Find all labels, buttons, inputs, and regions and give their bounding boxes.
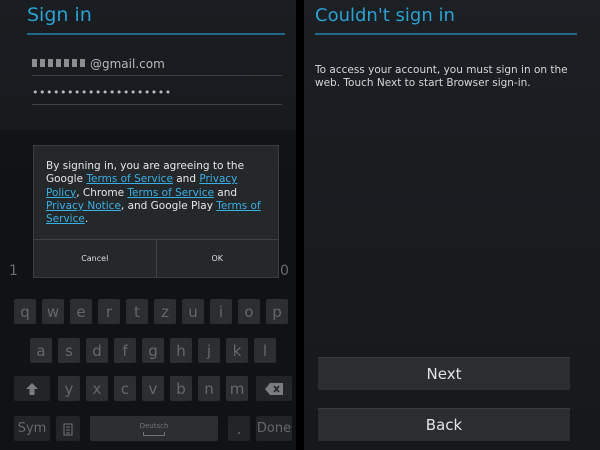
chrome-tos-link[interactable]: Terms of Service: [127, 187, 214, 199]
key-j[interactable]: j: [198, 338, 220, 363]
key-d[interactable]: d: [86, 338, 108, 363]
key-g[interactable]: g: [142, 338, 164, 363]
key-h[interactable]: h: [170, 338, 192, 363]
key-c[interactable]: c: [114, 376, 136, 401]
email-field[interactable]: @gmail.com: [32, 54, 282, 76]
terms-text-3: , Chrome: [76, 186, 128, 199]
terms-text-2: and: [172, 173, 200, 186]
space-key[interactable]: Deutsch: [90, 416, 218, 441]
emoji-key[interactable]: [56, 416, 80, 441]
keyboard-row-2: a s d f g h j k l: [0, 338, 296, 366]
shift-key[interactable]: [14, 376, 50, 401]
key-t[interactable]: t: [126, 299, 148, 324]
terms-text-6: .: [84, 213, 89, 226]
space-language-label: Deutsch: [139, 421, 169, 430]
key-v[interactable]: v: [142, 376, 164, 401]
key-p[interactable]: p: [266, 299, 288, 324]
key-n[interactable]: n: [198, 376, 220, 401]
keyboard-row-3: y x c v b n m: [0, 376, 296, 404]
key-y[interactable]: y: [58, 376, 80, 401]
key-z[interactable]: z: [154, 299, 176, 324]
keyboard-row-1: q w e r t z u i o p: [0, 299, 296, 327]
signin-screen: Sign in @gmail.com •••••••••••••••••••• …: [0, 0, 296, 450]
on-screen-keyboard: 1 0 q w e r t z u i o p a s d f g h j k …: [0, 258, 296, 450]
ok-button[interactable]: OK: [155, 240, 279, 277]
period-key[interactable]: .: [228, 416, 250, 441]
key-w[interactable]: w: [42, 299, 64, 324]
sym-key[interactable]: Sym: [14, 416, 50, 441]
keyboard-row-4: Sym Deutsch . Done: [0, 416, 296, 444]
shift-icon: [26, 382, 38, 395]
key-k[interactable]: k: [226, 338, 248, 363]
dialog-buttons: Cancel OK: [34, 239, 278, 277]
email-redacted: [32, 59, 88, 67]
key-0[interactable]: 0: [280, 263, 289, 279]
key-r[interactable]: r: [98, 299, 120, 324]
password-field[interactable]: ••••••••••••••••••••: [32, 83, 282, 105]
browser-signin-message: To access your account, you must sign in…: [315, 64, 568, 89]
terms-text-4: and: [213, 186, 238, 199]
terms-text-5: , and Google Play: [120, 199, 217, 212]
space-icon: [143, 431, 165, 436]
key-a[interactable]: a: [30, 338, 52, 363]
cancel-button[interactable]: Cancel: [34, 240, 156, 277]
key-f[interactable]: f: [114, 338, 136, 363]
key-1[interactable]: 1: [9, 263, 18, 279]
signin-title: Sign in: [27, 4, 92, 26]
terms-text: By signing in, you are agreeing to the G…: [46, 160, 270, 226]
key-l[interactable]: l: [254, 338, 276, 363]
terms-dialog: By signing in, you are agreeing to the G…: [33, 145, 279, 278]
key-m[interactable]: m: [226, 376, 248, 401]
key-b[interactable]: b: [170, 376, 192, 401]
key-e[interactable]: e: [70, 299, 92, 324]
back-button[interactable]: Back: [318, 408, 570, 441]
key-s[interactable]: s: [58, 338, 80, 363]
next-button[interactable]: Next: [318, 357, 570, 390]
done-key[interactable]: Done: [256, 416, 292, 441]
title-divider: [315, 33, 577, 35]
key-x[interactable]: x: [86, 376, 108, 401]
couldnt-signin-title: Couldn't sign in: [315, 5, 455, 26]
email-suffix: @gmail.com: [90, 57, 165, 71]
key-u[interactable]: u: [182, 299, 204, 324]
couldnt-signin-screen: Couldn't sign in To access your account,…: [304, 0, 600, 450]
backspace-key[interactable]: [256, 376, 292, 401]
key-o[interactable]: o: [238, 299, 260, 324]
key-q[interactable]: q: [14, 299, 36, 324]
privacy-notice-link[interactable]: Privacy Notice: [46, 200, 121, 212]
key-i[interactable]: i: [210, 299, 232, 324]
google-tos-link[interactable]: Terms of Service: [86, 173, 173, 185]
settings-keypad-icon: [63, 423, 73, 435]
title-divider: [27, 33, 285, 35]
backspace-icon: [265, 382, 283, 395]
